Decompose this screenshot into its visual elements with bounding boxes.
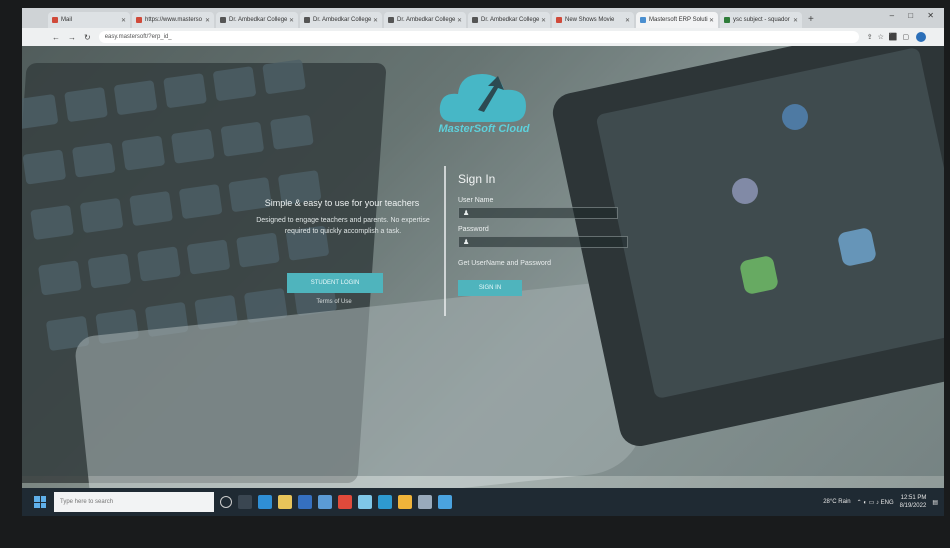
favicon-icon	[388, 17, 394, 23]
favicon-icon	[472, 17, 478, 23]
browser-tab[interactable]: https://www.masterso ✕	[132, 12, 214, 28]
taskbar-search-input[interactable]: Type here to search	[54, 492, 214, 512]
store-icon[interactable]	[298, 495, 312, 509]
app-icon[interactable]	[418, 495, 432, 509]
back-icon[interactable]: ←	[52, 33, 60, 42]
username-input[interactable]: ♟	[458, 207, 618, 219]
password-input[interactable]: ♟	[458, 236, 628, 248]
browser-tab[interactable]: Dr. Ambedkar College ✕	[216, 12, 298, 28]
notification-icon[interactable]: ▤	[932, 499, 938, 506]
favicon-icon	[220, 17, 226, 23]
address-bar[interactable]: easy.mastersoft/?erp_id_	[98, 31, 859, 43]
window-controls[interactable]: – □ ✕	[890, 11, 940, 20]
user-icon: ♟	[463, 210, 470, 217]
browser-tab[interactable]: Mail ✕	[48, 12, 130, 28]
close-tab-icon[interactable]: ✕	[457, 17, 462, 24]
windows-start-icon[interactable]	[34, 496, 46, 508]
forward-icon[interactable]: →	[68, 33, 76, 42]
favicon-icon	[52, 17, 58, 23]
app-icon[interactable]	[378, 495, 392, 509]
app-icon[interactable]	[438, 495, 452, 509]
get-credentials-link[interactable]: Get UserName and Password	[458, 260, 551, 267]
signin-button[interactable]: SIGN IN	[458, 280, 522, 296]
close-tab-icon[interactable]: ✕	[793, 17, 798, 24]
student-login-button[interactable]: STUDENT LOGIN	[287, 273, 383, 293]
password-label: Password	[458, 226, 489, 233]
monitor-bezel: Mail ✕ https://www.masterso ✕ Dr. Ambedkar…	[0, 0, 950, 548]
profile-avatar-icon[interactable]	[916, 32, 927, 42]
signin-title: Sign In	[458, 172, 496, 186]
browser-tab[interactable]: New Shows Movie ✕	[552, 12, 634, 28]
task-view-icon[interactable]	[238, 495, 252, 509]
divider	[444, 166, 446, 316]
browser-toolbar: ← → ↻ easy.mastersoft/?erp_id_ ⇪☆⬛▢	[22, 28, 944, 46]
close-tab-icon[interactable]: ✕	[373, 17, 378, 24]
new-tab-button[interactable]: +	[808, 12, 814, 28]
terms-link[interactable]: Terms of Use	[304, 299, 364, 305]
toolbar-extension-icons[interactable]: ⇪☆⬛▢	[867, 33, 914, 41]
close-tab-icon[interactable]: ✕	[121, 17, 126, 24]
weather-widget[interactable]: 28°C Rain	[823, 499, 850, 505]
tagline: Simple & easy to use for your teachers	[264, 198, 420, 208]
browser-tab[interactable]: ysc subject - squador ✕	[720, 12, 802, 28]
close-tab-icon[interactable]: ✕	[709, 17, 714, 24]
tray-icons[interactable]: ⌃ ◐ ▭ ♪ ENG	[857, 499, 894, 506]
clock[interactable]: 12:51 PM 8/19/2022	[900, 494, 927, 510]
username-label: User Name	[458, 197, 494, 204]
browser-tab[interactable]: Dr. Ambedkar College ✕	[384, 12, 466, 28]
favicon-icon	[304, 17, 310, 23]
browser-tab-active[interactable]: Mastersoft ERP Soluti ✕	[636, 12, 718, 28]
browser-tab[interactable]: Dr. Ambedkar College ✕	[300, 12, 382, 28]
screen: Mail ✕ https://www.masterso ✕ Dr. Ambedkar…	[22, 8, 944, 516]
system-tray: 28°C Rain ⌃ ◐ ▭ ♪ ENG 12:51 PM 8/19/2022…	[823, 494, 944, 510]
app-icon[interactable]	[358, 495, 372, 509]
close-tab-icon[interactable]: ✕	[541, 17, 546, 24]
chrome-icon[interactable]	[398, 495, 412, 509]
browser-tab-strip: Mail ✕ https://www.masterso ✕ Dr. Ambedkar…	[22, 8, 944, 28]
close-tab-icon[interactable]: ✕	[205, 17, 210, 24]
brand-name: MasterSoft Cloud	[438, 123, 530, 135]
edge-icon[interactable]	[258, 495, 272, 509]
cortana-icon[interactable]	[220, 496, 232, 508]
reload-icon[interactable]: ↻	[84, 33, 91, 42]
app-icon[interactable]	[338, 495, 352, 509]
favicon-icon	[136, 17, 142, 23]
address-text: easy.mastersoft/?erp_id_	[104, 34, 172, 40]
file-explorer-icon[interactable]	[278, 495, 292, 509]
favicon-icon	[724, 17, 730, 23]
favicon-icon	[640, 17, 646, 23]
description: Designed to engage teachers and parents.…	[256, 217, 430, 235]
mail-icon[interactable]	[318, 495, 332, 509]
browser-tab[interactable]: Dr. Ambedkar College ✕	[468, 12, 550, 28]
close-tab-icon[interactable]: ✕	[289, 17, 294, 24]
favicon-icon	[556, 17, 562, 23]
lock-icon: ♟	[463, 239, 470, 246]
windows-taskbar: Type here to search 28°C Rain ⌃ ◐ ▭ ♪ EN…	[22, 488, 944, 516]
close-tab-icon[interactable]: ✕	[625, 17, 630, 24]
